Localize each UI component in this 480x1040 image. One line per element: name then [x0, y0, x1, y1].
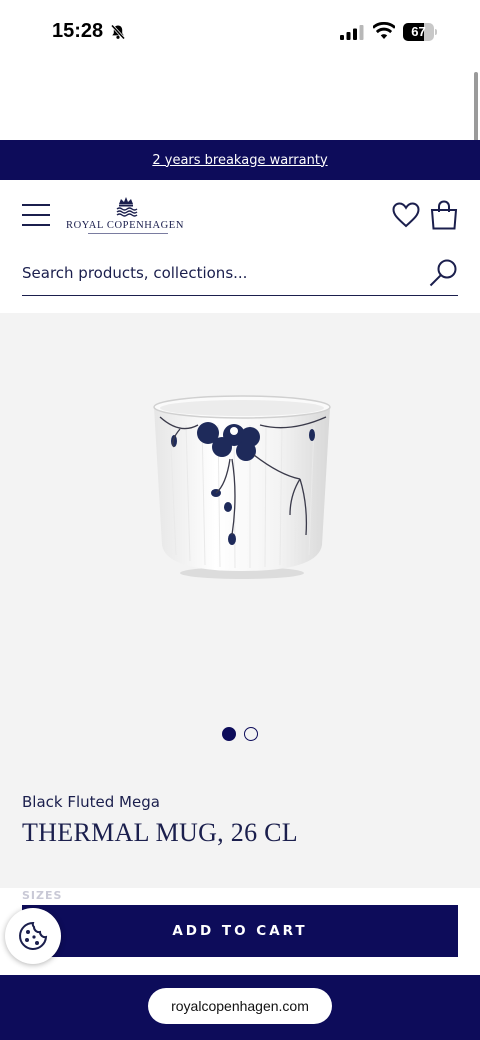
site-header: ROYAL COPENHAGEN [0, 180, 480, 310]
product-title: THERMAL MUG, 26 CL [22, 818, 298, 847]
hamburger-menu-icon[interactable] [22, 204, 50, 226]
browser-bottom-bar: royalcopenhagen.com [0, 975, 480, 1040]
warranty-link[interactable]: 2 years breakage warranty [152, 153, 327, 168]
sizes-label: SIZES [22, 889, 63, 902]
cookie-settings-button[interactable] [5, 908, 61, 964]
logo-tagline-line [88, 233, 168, 234]
carousel-dots [0, 727, 480, 741]
cookie-icon [19, 921, 48, 950]
bell-slash-icon [110, 24, 126, 40]
wifi-icon [373, 22, 395, 39]
address-bar[interactable]: royalcopenhagen.com [148, 988, 332, 1024]
battery-level: 67 [411, 24, 426, 39]
status-bar: 15:28 67 [0, 0, 480, 64]
search-icon[interactable] [428, 258, 458, 288]
signal-icon [340, 25, 364, 40]
crown-icon [116, 197, 138, 217]
product-gallery[interactable]: Black Fluted Mega THERMAL MUG, 26 CL [0, 313, 480, 888]
carousel-dot-2[interactable] [244, 727, 258, 741]
carousel-dot-1[interactable] [222, 727, 236, 741]
battery-icon: 67 [403, 23, 437, 41]
heart-icon[interactable] [392, 202, 420, 228]
search-bar [22, 254, 458, 296]
collection-name[interactable]: Black Fluted Mega [22, 793, 160, 811]
search-input[interactable] [22, 260, 412, 286]
logo-text: ROYAL COPENHAGEN [66, 220, 185, 231]
page-scrollbar[interactable] [474, 72, 478, 150]
royal-copenhagen-logo[interactable]: ROYAL COPENHAGEN [66, 195, 186, 235]
status-time: 15:28 [52, 20, 104, 42]
product-image[interactable] [150, 395, 332, 581]
add-to-cart-button[interactable]: ADD TO CART [22, 905, 458, 957]
shopping-bag-icon[interactable] [430, 200, 458, 230]
promo-banner: 2 years breakage warranty [0, 140, 480, 180]
